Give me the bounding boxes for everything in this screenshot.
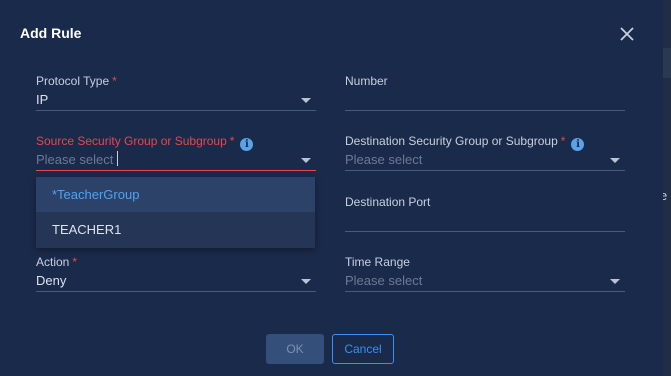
source-group-label: Source Security Group or Subgroup <box>36 134 227 148</box>
protocol-type-label: Protocol Type <box>36 74 110 88</box>
dialog-title: Add Rule <box>20 25 82 41</box>
source-group-select[interactable]: Please select <box>36 148 316 171</box>
protocol-type-select[interactable]: IP <box>36 88 316 111</box>
number-field: Number <box>345 74 625 111</box>
chevron-down-icon <box>301 158 311 163</box>
protocol-type-value: IP <box>36 92 49 107</box>
number-input[interactable] <box>345 88 625 111</box>
cancel-button[interactable]: Cancel <box>332 334 394 364</box>
close-icon[interactable] <box>617 24 637 44</box>
protocol-type-field: Protocol Type * IP <box>36 74 316 111</box>
time-range-select[interactable]: Please select <box>345 269 625 292</box>
add-rule-dialog: Add Rule Protocol Type * IP Number Source… <box>0 0 663 376</box>
required-marker: * <box>229 134 235 148</box>
dropdown-option[interactable]: TEACHER1 <box>36 212 315 247</box>
required-marker: * <box>72 255 78 269</box>
destination-group-select[interactable]: Please select <box>345 148 625 171</box>
time-range-field: Time Range Please select <box>345 255 625 292</box>
text-cursor <box>117 151 118 166</box>
source-group-field: Source Security Group or Subgroup * i Plea… <box>36 134 316 171</box>
dropdown-option[interactable]: *TeacherGroup <box>36 177 315 212</box>
time-range-label: Time Range <box>345 255 410 269</box>
number-label: Number <box>345 74 388 88</box>
time-range-placeholder: Please select <box>345 273 423 288</box>
destination-group-field: Destination Security Group or Subgroup * i… <box>345 134 625 171</box>
destination-port-field: Destination Port <box>345 195 625 232</box>
action-select[interactable]: Deny <box>36 269 316 292</box>
chevron-down-icon <box>301 98 311 103</box>
required-marker: * <box>112 74 117 88</box>
destination-port-label: Destination Port <box>345 195 431 209</box>
chevron-down-icon <box>301 279 311 284</box>
action-value: Deny <box>36 273 67 288</box>
ok-button[interactable]: OK <box>266 334 324 364</box>
destination-group-label: Destination Security Group or Subgroup <box>345 134 558 148</box>
source-group-dropdown: *TeacherGroup TEACHER1 <box>36 177 315 248</box>
action-field: Action * Deny <box>36 255 316 292</box>
destination-port-input[interactable] <box>345 209 625 232</box>
action-label: Action <box>36 255 70 269</box>
chevron-down-icon <box>610 158 620 163</box>
background-text: e <box>663 188 668 203</box>
source-group-placeholder: Please select <box>36 152 114 167</box>
chevron-down-icon <box>610 279 620 284</box>
destination-group-placeholder: Please select <box>345 152 423 167</box>
background-page-edge: e <box>663 0 671 376</box>
required-marker: * <box>560 134 566 148</box>
background-tab <box>663 48 671 78</box>
